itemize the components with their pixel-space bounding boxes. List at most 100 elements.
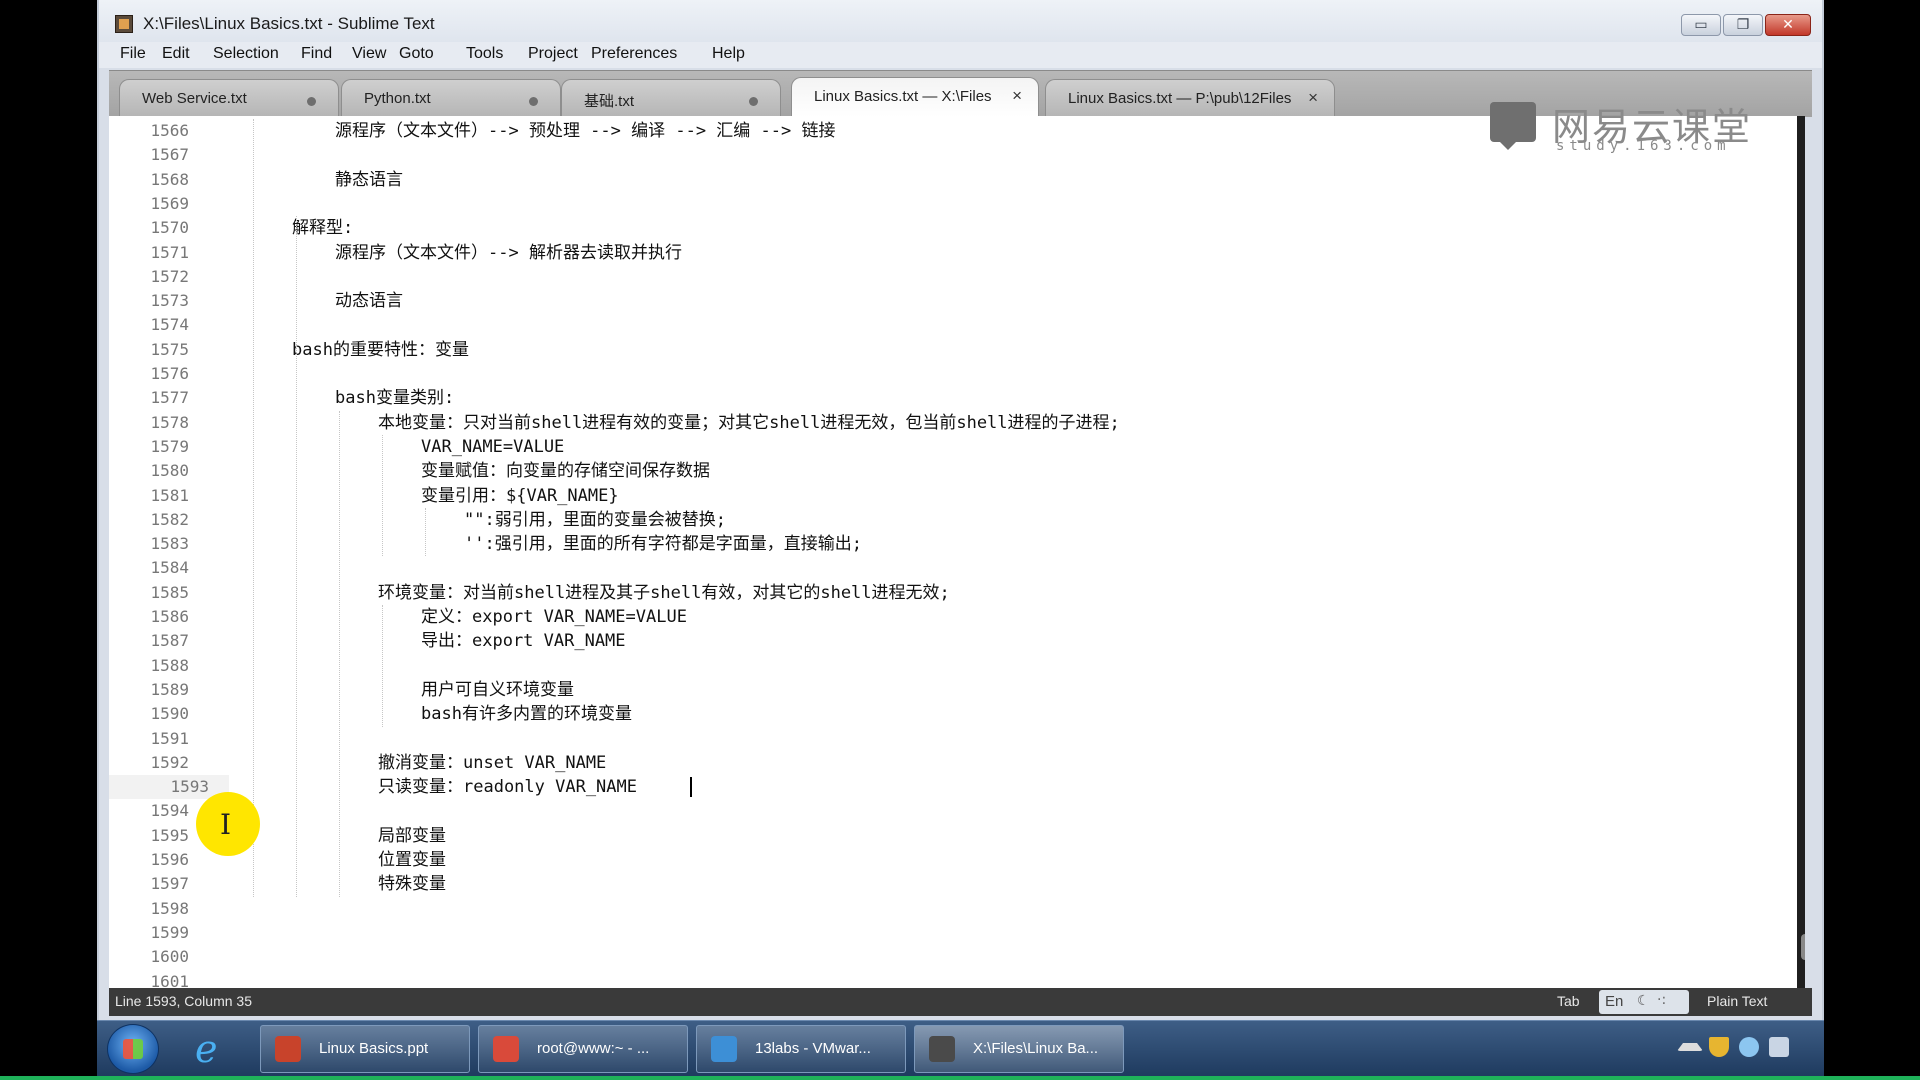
- tab-3[interactable]: 基础.txt: [561, 79, 781, 117]
- unsaved-dot-icon[interactable]: [307, 97, 316, 106]
- close-button[interactable]: ✕: [1765, 14, 1811, 36]
- status-bar: Line 1593, Column 35 Tab En ☾ ·: Plain T…: [109, 988, 1812, 1016]
- code-line[interactable]: 本地变量：只对当前shell进程有效的变量；对其它shell进程无效，包当前sh…: [378, 411, 1120, 435]
- code-line[interactable]: 用户可自义环境变量: [421, 678, 574, 702]
- minimize-button[interactable]: ▭: [1681, 14, 1721, 36]
- network-icon[interactable]: [1739, 1037, 1759, 1057]
- speech-bubble-icon: [1490, 102, 1536, 150]
- editor-area[interactable]: 1566 1567 1568 1569 1570 1571 1572 1573 1574 1575…: [109, 116, 1805, 988]
- line-number: 1577: [150, 388, 189, 408]
- tab-close-icon[interactable]: ×: [1308, 88, 1318, 108]
- line-number: 1566: [150, 121, 189, 140]
- code-area[interactable]: 源程序（文本文件）--> 预处理 --> 编译 --> 汇编 --> 链接 静态语…: [249, 116, 1749, 988]
- code-line[interactable]: 变量赋值：向变量的存储空间保存数据: [421, 459, 710, 483]
- code-line[interactable]: "":弱引用，里面的变量会被替换;: [464, 508, 726, 532]
- start-button[interactable]: [107, 1024, 159, 1074]
- tab-1[interactable]: Web Service.txt: [119, 79, 339, 117]
- code-line[interactable]: bash变量类别:: [335, 386, 454, 410]
- syntax-selector[interactable]: Plain Text: [1707, 993, 1767, 1009]
- menu-view[interactable]: View: [352, 45, 386, 63]
- code-line[interactable]: bash的重要特性：变量: [292, 338, 469, 362]
- code-line[interactable]: 定义：export VAR_NAME=VALUE: [421, 605, 687, 629]
- menu-selection[interactable]: Selection: [213, 45, 279, 63]
- code-line[interactable]: 特殊变量: [378, 872, 446, 896]
- internet-explorer-icon: e: [195, 1027, 218, 1071]
- line-number: 1584: [150, 558, 189, 578]
- code-line[interactable]: 变量引用：${VAR_NAME}: [421, 484, 619, 508]
- code-line[interactable]: 只读变量：readonly VAR_NAME: [378, 775, 637, 799]
- code-line[interactable]: 解释型:: [292, 216, 353, 240]
- desktop-screen: X:\Files\Linux Basics.txt - Sublime Text…: [0, 0, 1920, 1080]
- vertical-scrollbar[interactable]: [1797, 116, 1805, 988]
- taskbar-item-label: 13labs - VMwar...: [755, 1040, 871, 1057]
- taskbar-item-label: X:\Files\Linux Ba...: [973, 1040, 1099, 1057]
- indentation-setting[interactable]: Tab: [1557, 993, 1580, 1009]
- code-line[interactable]: 静态语言: [335, 168, 403, 192]
- code-line[interactable]: 撤消变量：unset VAR_NAME: [378, 751, 606, 775]
- indent-guide: [382, 605, 383, 727]
- taskbar-item-label: root@www:~ - ...: [537, 1040, 650, 1057]
- code-line[interactable]: 环境变量：对当前shell进程及其子shell有效，对其它的shell进程无效;: [378, 581, 950, 605]
- tray-arrow-icon[interactable]: [1677, 1043, 1703, 1051]
- menu-find[interactable]: Find: [301, 45, 332, 63]
- powerpoint-icon: [275, 1036, 301, 1062]
- taskbar-item[interactable]: X:\Files\Linux Ba...: [914, 1025, 1124, 1073]
- line-number: 1572: [150, 266, 189, 286]
- watermark-url: study.163.com: [1556, 138, 1731, 154]
- tab-5[interactable]: Linux Basics.txt — P:\pub\12Files ×: [1045, 79, 1335, 117]
- line-number: 1568: [150, 169, 189, 189]
- tab-label: Linux Basics.txt — P:\pub\12Files: [1068, 90, 1292, 107]
- tab-2[interactable]: Python.txt: [341, 79, 561, 117]
- code-line[interactable]: 动态语言: [335, 289, 403, 313]
- internet-explorer-button[interactable]: e: [189, 1027, 235, 1071]
- line-number: 1581: [150, 485, 189, 505]
- menu-preferences[interactable]: Preferences: [591, 45, 677, 63]
- ibeam-cursor-icon: I: [220, 808, 232, 841]
- code-line[interactable]: 位置变量: [378, 848, 446, 872]
- code-line[interactable]: 局部变量: [378, 824, 446, 848]
- tab-close-icon[interactable]: ×: [1012, 86, 1022, 106]
- menu-help[interactable]: Help: [712, 45, 745, 63]
- terminal-icon: [493, 1036, 519, 1062]
- notification-icon[interactable]: [1769, 1037, 1789, 1057]
- sublime-app-icon: [115, 15, 133, 33]
- code-line[interactable]: 导出：export VAR_NAME: [421, 629, 626, 653]
- menu-project[interactable]: Project: [528, 45, 578, 63]
- taskbar-item[interactable]: 13labs - VMwar...: [696, 1025, 906, 1073]
- ime-toolbar[interactable]: En ☾ ·:: [1599, 990, 1689, 1014]
- menu-file[interactable]: File: [120, 45, 146, 63]
- code-line[interactable]: 源程序（文本文件）--> 预处理 --> 编译 --> 汇编 --> 链接: [335, 119, 835, 143]
- code-line[interactable]: VAR_NAME=VALUE: [421, 435, 564, 459]
- text-caret: [690, 777, 692, 798]
- menu-edit[interactable]: Edit: [162, 45, 190, 63]
- unsaved-dot-icon[interactable]: [529, 97, 538, 106]
- menu-goto[interactable]: Goto: [399, 45, 434, 63]
- line-number: 1598: [150, 898, 189, 918]
- ime-language-label: En: [1605, 993, 1624, 1010]
- code-line[interactable]: 源程序（文本文件）--> 解析器去读取并执行: [335, 241, 682, 265]
- indent-guide: [296, 216, 297, 897]
- line-number: 1589: [150, 679, 189, 699]
- indent-guide: [253, 119, 254, 897]
- moon-icon: ☾: [1637, 993, 1650, 1009]
- unsaved-dot-icon[interactable]: [749, 97, 758, 106]
- punctuation-icon: ·:: [1657, 992, 1667, 1008]
- code-line[interactable]: '':强引用，里面的所有字符都是字面量，直接输出;: [464, 532, 862, 556]
- title-bar[interactable]: X:\Files\Linux Basics.txt - Sublime Text…: [99, 0, 1822, 42]
- indent-guide: [339, 410, 340, 897]
- taskbar-item[interactable]: root@www:~ - ...: [478, 1025, 688, 1073]
- restore-button[interactable]: ❐: [1723, 14, 1763, 36]
- line-number: 1596: [150, 850, 189, 869]
- tab-4[interactable]: Linux Basics.txt — X:\Files ×: [791, 77, 1039, 117]
- scroll-thumb[interactable]: [1801, 934, 1805, 960]
- line-number: 1573: [150, 291, 189, 311]
- code-line[interactable]: bash有许多内置的环境变量: [421, 702, 632, 726]
- line-number: 1599: [150, 922, 189, 942]
- menu-tools[interactable]: Tools: [466, 45, 503, 63]
- line-number: 1601: [150, 971, 189, 989]
- line-number: 1571: [150, 242, 189, 262]
- antivirus-shield-icon[interactable]: [1709, 1037, 1729, 1057]
- indent-guide: [425, 507, 426, 557]
- taskbar-item[interactable]: Linux Basics.ppt: [260, 1025, 470, 1073]
- tab-label: Web Service.txt: [142, 90, 247, 107]
